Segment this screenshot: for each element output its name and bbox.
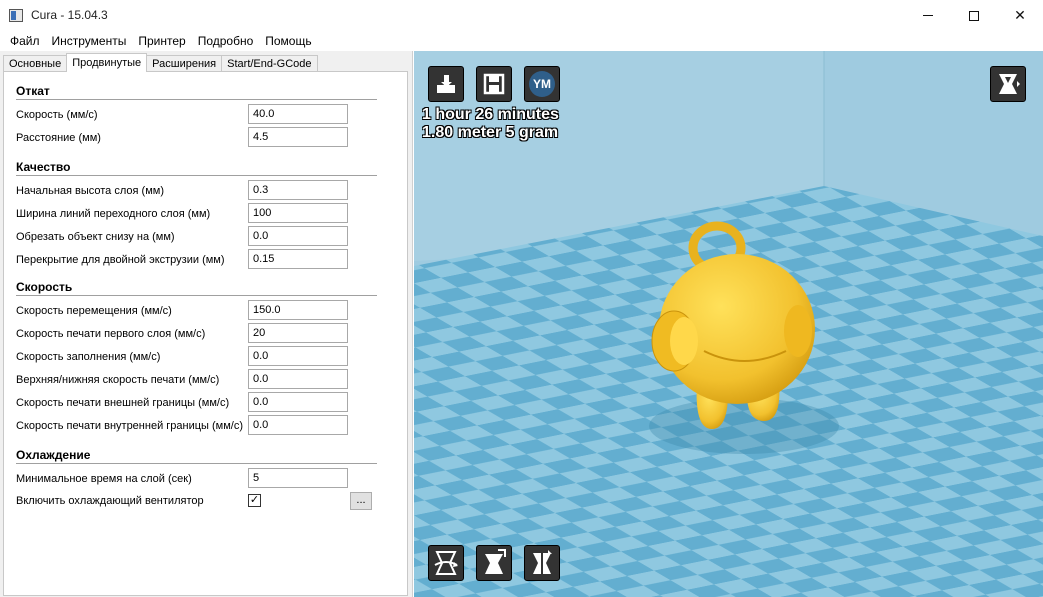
retraction-distance-label: Расстояние (мм) bbox=[16, 132, 101, 144]
save-gcode-button[interactable] bbox=[476, 66, 512, 102]
menu-expert[interactable]: Подробно bbox=[192, 31, 260, 51]
maximize-icon bbox=[969, 10, 979, 21]
section-divider bbox=[16, 463, 377, 464]
section-title-cooling: Охлаждение bbox=[16, 448, 91, 462]
settings-panel: Основные Продвинутые Расширения Start/En… bbox=[0, 51, 413, 597]
title-bar: Cura - 15.04.3 ✕ bbox=[0, 0, 1043, 31]
retraction-speed-label: Скорость (мм/с) bbox=[16, 109, 98, 121]
min-layer-time-label: Минимальное время на слой (сек) bbox=[16, 473, 192, 485]
section-title-speed: Скорость bbox=[16, 280, 73, 294]
section-divider bbox=[16, 295, 377, 296]
retraction-speed-input[interactable]: 40.0 bbox=[248, 104, 348, 124]
dual-extrusion-overlap-label: Перекрытие для двойной экструзии (мм) bbox=[16, 254, 225, 266]
close-icon: ✕ bbox=[1014, 7, 1026, 23]
menu-tools[interactable]: Инструменты bbox=[46, 31, 133, 51]
scale-icon bbox=[485, 549, 506, 574]
youmagine-button[interactable]: YM bbox=[524, 66, 560, 102]
3d-viewport[interactable]: YM 1 hour 26 minutes 1.80 meter 5 gram bbox=[414, 51, 1043, 597]
inner-shell-speed-label: Скорость печати внутренней границы (мм/с… bbox=[16, 420, 244, 432]
inner-shell-speed-input[interactable]: 0.0 bbox=[248, 415, 348, 435]
tab-start-end-gcode[interactable]: Start/End-GCode bbox=[221, 55, 318, 72]
app-icon bbox=[9, 9, 23, 22]
menu-machine[interactable]: Принтер bbox=[132, 31, 191, 51]
youmagine-icon: YM bbox=[529, 71, 555, 97]
mirror-button[interactable] bbox=[524, 545, 560, 581]
min-layer-time-input[interactable]: 5 bbox=[248, 468, 348, 488]
model-shadow bbox=[649, 398, 839, 454]
print-time-text: 1 hour 26 minutes bbox=[422, 106, 559, 123]
tab-plugins[interactable]: Расширения bbox=[146, 55, 223, 72]
menu-help[interactable]: Помощь bbox=[259, 31, 317, 51]
tab-advanced[interactable]: Продвинутые bbox=[66, 53, 148, 72]
cooling-more-button[interactable]: ... bbox=[350, 492, 372, 510]
tab-basic[interactable]: Основные bbox=[3, 55, 68, 72]
initial-layer-thickness-label: Начальная высота слоя (мм) bbox=[16, 185, 164, 197]
section-divider bbox=[16, 99, 377, 100]
load-model-button[interactable] bbox=[428, 66, 464, 102]
section-divider bbox=[16, 175, 377, 176]
rotate-icon bbox=[434, 551, 458, 575]
section-title-quality: Качество bbox=[16, 160, 71, 174]
cut-off-input[interactable]: 0.0 bbox=[248, 226, 348, 246]
first-layer-speed-input[interactable]: 20 bbox=[248, 323, 348, 343]
settings-tabs: Основные Продвинутые Расширения Start/En… bbox=[3, 53, 318, 72]
minimize-button[interactable] bbox=[905, 0, 951, 31]
mirror-icon bbox=[533, 550, 552, 576]
top-bottom-speed-label: Верхняя/нижняя скорость печати (мм/с) bbox=[16, 374, 220, 386]
top-bottom-speed-input[interactable]: 0.0 bbox=[248, 369, 348, 389]
first-layer-speed-label: Скорость печати первого слоя (мм/с) bbox=[16, 328, 206, 340]
travel-speed-label: Скорость перемещения (мм/с) bbox=[16, 305, 172, 317]
dual-extrusion-overlap-input[interactable]: 0.15 bbox=[248, 249, 348, 269]
initial-layer-width-label: Ширина линий переходного слоя (мм) bbox=[16, 208, 211, 220]
menu-file[interactable]: Файл bbox=[4, 31, 46, 51]
initial-layer-width-input[interactable]: 100 bbox=[248, 203, 348, 223]
view-mode-button[interactable] bbox=[990, 66, 1026, 102]
infill-speed-input[interactable]: 0.0 bbox=[248, 346, 348, 366]
initial-layer-thickness-input[interactable]: 0.3 bbox=[248, 180, 348, 200]
scale-button[interactable] bbox=[476, 545, 512, 581]
save-icon bbox=[483, 73, 505, 95]
outer-shell-speed-input[interactable]: 0.0 bbox=[248, 392, 348, 412]
infill-speed-label: Скорость заполнения (мм/с) bbox=[16, 351, 161, 363]
load-icon bbox=[437, 75, 455, 93]
window-title: Cura - 15.04.3 bbox=[31, 8, 108, 22]
cut-off-label: Обрезать объект снизу на (мм) bbox=[16, 231, 175, 243]
outer-shell-speed-label: Скорость печати внешней границы (мм/с) bbox=[16, 397, 230, 409]
print-material-text: 1.80 meter 5 gram bbox=[422, 124, 559, 141]
cooling-fan-checkbox[interactable]: ✓ bbox=[248, 494, 261, 507]
menu-bar: Файл Инструменты Принтер Подробно Помощь bbox=[0, 31, 1043, 51]
retraction-distance-input[interactable]: 4.5 bbox=[248, 127, 348, 147]
rotate-button[interactable] bbox=[428, 545, 464, 581]
travel-speed-input[interactable]: 150.0 bbox=[248, 300, 348, 320]
view-mode-icon bbox=[999, 74, 1020, 94]
cooling-fan-label: Включить охлаждающий вентилятор bbox=[16, 495, 204, 507]
advanced-tab-page: Откат Скорость (мм/с) 40.0 Расстояние (м… bbox=[3, 71, 408, 596]
minimize-icon bbox=[923, 15, 933, 16]
section-title-retraction: Откат bbox=[16, 84, 50, 98]
maximize-button[interactable] bbox=[951, 0, 997, 31]
close-button[interactable]: ✕ bbox=[997, 0, 1043, 31]
